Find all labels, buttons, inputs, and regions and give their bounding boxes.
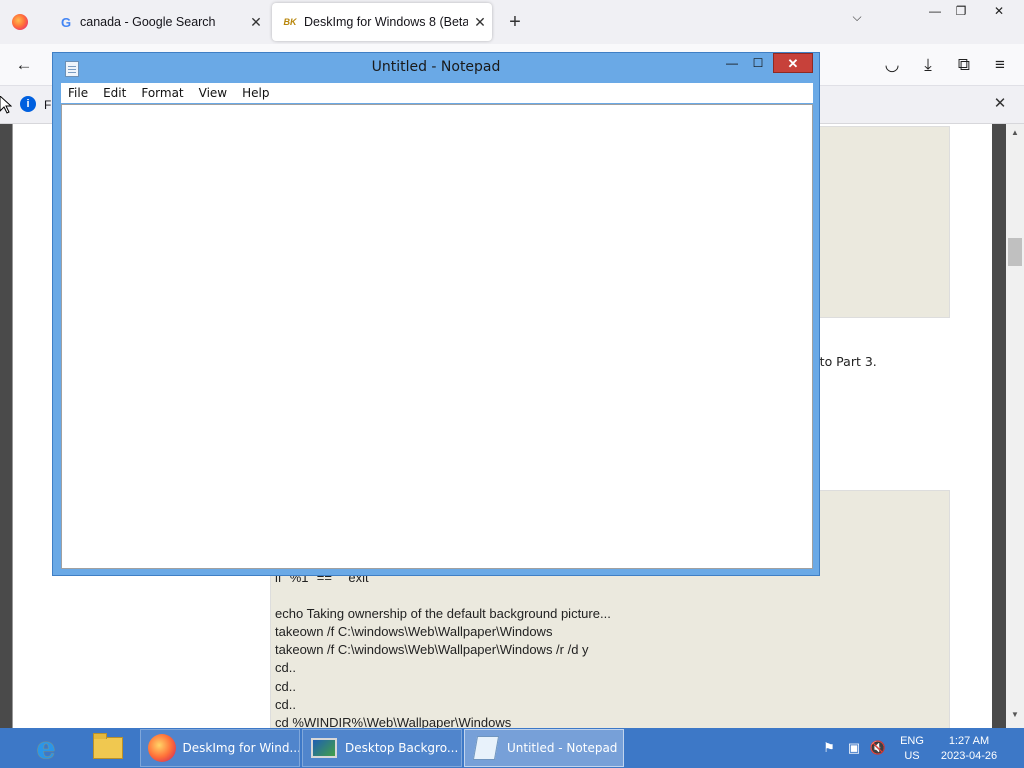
tab-close-icon[interactable]: ✕ xyxy=(468,14,492,31)
language-indicator[interactable]: ENG US xyxy=(896,734,928,764)
google-icon: G xyxy=(60,14,72,30)
internet-explorer-icon: e xyxy=(36,730,56,766)
scroll-up-arrow-icon[interactable]: ▲ xyxy=(1006,128,1024,142)
firefox-icon xyxy=(147,733,177,763)
taskbar-item-desktop-background[interactable]: Desktop Backgro... xyxy=(302,729,462,767)
code-line: cd.. xyxy=(275,697,296,712)
browser-tab-bar: G canada - Google Search ✕ BK DeskImg fo… xyxy=(0,0,1024,44)
taskbar-item-firefox[interactable]: DeskImg for Wind... xyxy=(140,729,300,767)
tab-close-icon[interactable]: ✕ xyxy=(244,14,268,31)
menu-help[interactable]: Help xyxy=(235,86,277,100)
deskimg-favicon: BK xyxy=(283,17,297,27)
notepad-close-button[interactable]: ✕ xyxy=(773,53,813,73)
notepad-title: Untitled - Notepad xyxy=(371,59,501,75)
flag-icon[interactable]: ⚑ xyxy=(820,740,838,756)
browser-restore-button[interactable]: ❐ xyxy=(948,0,974,22)
page-scroll-thumb[interactable] xyxy=(1008,238,1022,266)
folder-icon xyxy=(93,733,123,759)
keyboard-layout: US xyxy=(904,750,920,762)
clock-time: 1:27 AM xyxy=(948,735,990,747)
page-scrollbar[interactable]: ▲ ▼ xyxy=(1006,124,1024,728)
file-explorer-button[interactable] xyxy=(86,731,130,765)
internet-explorer-button[interactable]: e xyxy=(24,730,68,766)
taskbar-item-label: Desktop Backgro... xyxy=(345,741,459,755)
system-clock[interactable]: 1:27 AM 2023-04-26 xyxy=(932,734,1006,764)
downloads-icon[interactable]: ⤓ xyxy=(916,53,940,77)
menu-file[interactable]: File xyxy=(61,86,96,100)
browser-minimize-button[interactable]: — xyxy=(922,0,948,22)
scroll-down-arrow-icon[interactable]: ▼ xyxy=(1006,710,1024,724)
menu-icon[interactable]: ≡ xyxy=(988,53,1012,77)
clock-date: 2023-04-26 xyxy=(940,750,998,762)
code-line: cd.. xyxy=(275,660,296,675)
notepad-minimize-button[interactable]: — xyxy=(719,53,745,73)
info-icon: i xyxy=(20,96,36,112)
firefox-icon xyxy=(12,14,28,30)
browser-close-button[interactable]: ✕ xyxy=(984,0,1014,22)
tab-title: canada - Google Search xyxy=(80,15,216,29)
notepad-icon xyxy=(471,733,501,763)
taskbar: e DeskImg for Wind... Desktop Backgro...… xyxy=(0,728,1024,768)
notepad-title-bar[interactable]: Untitled - Notepad — ☐ ✕ xyxy=(53,53,819,83)
network-icon[interactable]: ▣ xyxy=(845,740,863,756)
menu-format[interactable]: Format xyxy=(134,86,191,100)
tab-title: DeskImg for Windows 8 (Beta's xyxy=(304,15,468,29)
notepad-window: Untitled - Notepad — ☐ ✕ File Edit Forma… xyxy=(52,52,820,576)
pocket-icon[interactable]: ◡ xyxy=(880,53,904,77)
menu-edit[interactable]: Edit xyxy=(96,86,134,100)
new-tab-button[interactable]: + xyxy=(504,8,526,36)
code-line: echo Taking ownership of the default bac… xyxy=(275,606,611,621)
notepad-text-area[interactable] xyxy=(61,104,813,569)
firefox-view-button[interactable] xyxy=(6,8,34,36)
extensions-icon[interactable]: ⧉ xyxy=(952,53,976,77)
taskbar-item-label: DeskImg for Wind... xyxy=(182,741,299,755)
language-code: ENG xyxy=(900,735,924,747)
list-all-tabs-icon[interactable]: ⌵ xyxy=(846,10,868,32)
taskbar-item-notepad[interactable]: Untitled - Notepad xyxy=(464,729,624,767)
code-line: cd %WINDIR%\Web\Wallpaper\Windows xyxy=(275,715,512,728)
notification-close-icon[interactable]: ✕ xyxy=(990,94,1010,114)
menu-view[interactable]: View xyxy=(192,86,235,100)
notepad-maximize-button[interactable]: ☐ xyxy=(745,53,771,73)
code-line: takeown /f C:\windows\Web\Wallpaper\Wind… xyxy=(275,642,589,657)
monitor-icon xyxy=(309,733,339,763)
volume-muted-icon[interactable]: 🔇 xyxy=(869,740,887,756)
tab-google-search[interactable]: G canada - Google Search ✕ xyxy=(48,3,268,41)
back-arrow-icon[interactable]: ← xyxy=(12,53,36,77)
code-line: cd.. xyxy=(275,679,296,694)
taskbar-item-label: Untitled - Notepad xyxy=(507,741,618,755)
notepad-menu-bar: File Edit Format View Help xyxy=(61,83,813,103)
tab-deskimg[interactable]: BK DeskImg for Windows 8 (Beta's ✕ xyxy=(272,3,492,41)
code-line: takeown /f C:\windows\Web\Wallpaper\Wind… xyxy=(275,624,553,639)
mouse-cursor-icon xyxy=(0,96,12,114)
